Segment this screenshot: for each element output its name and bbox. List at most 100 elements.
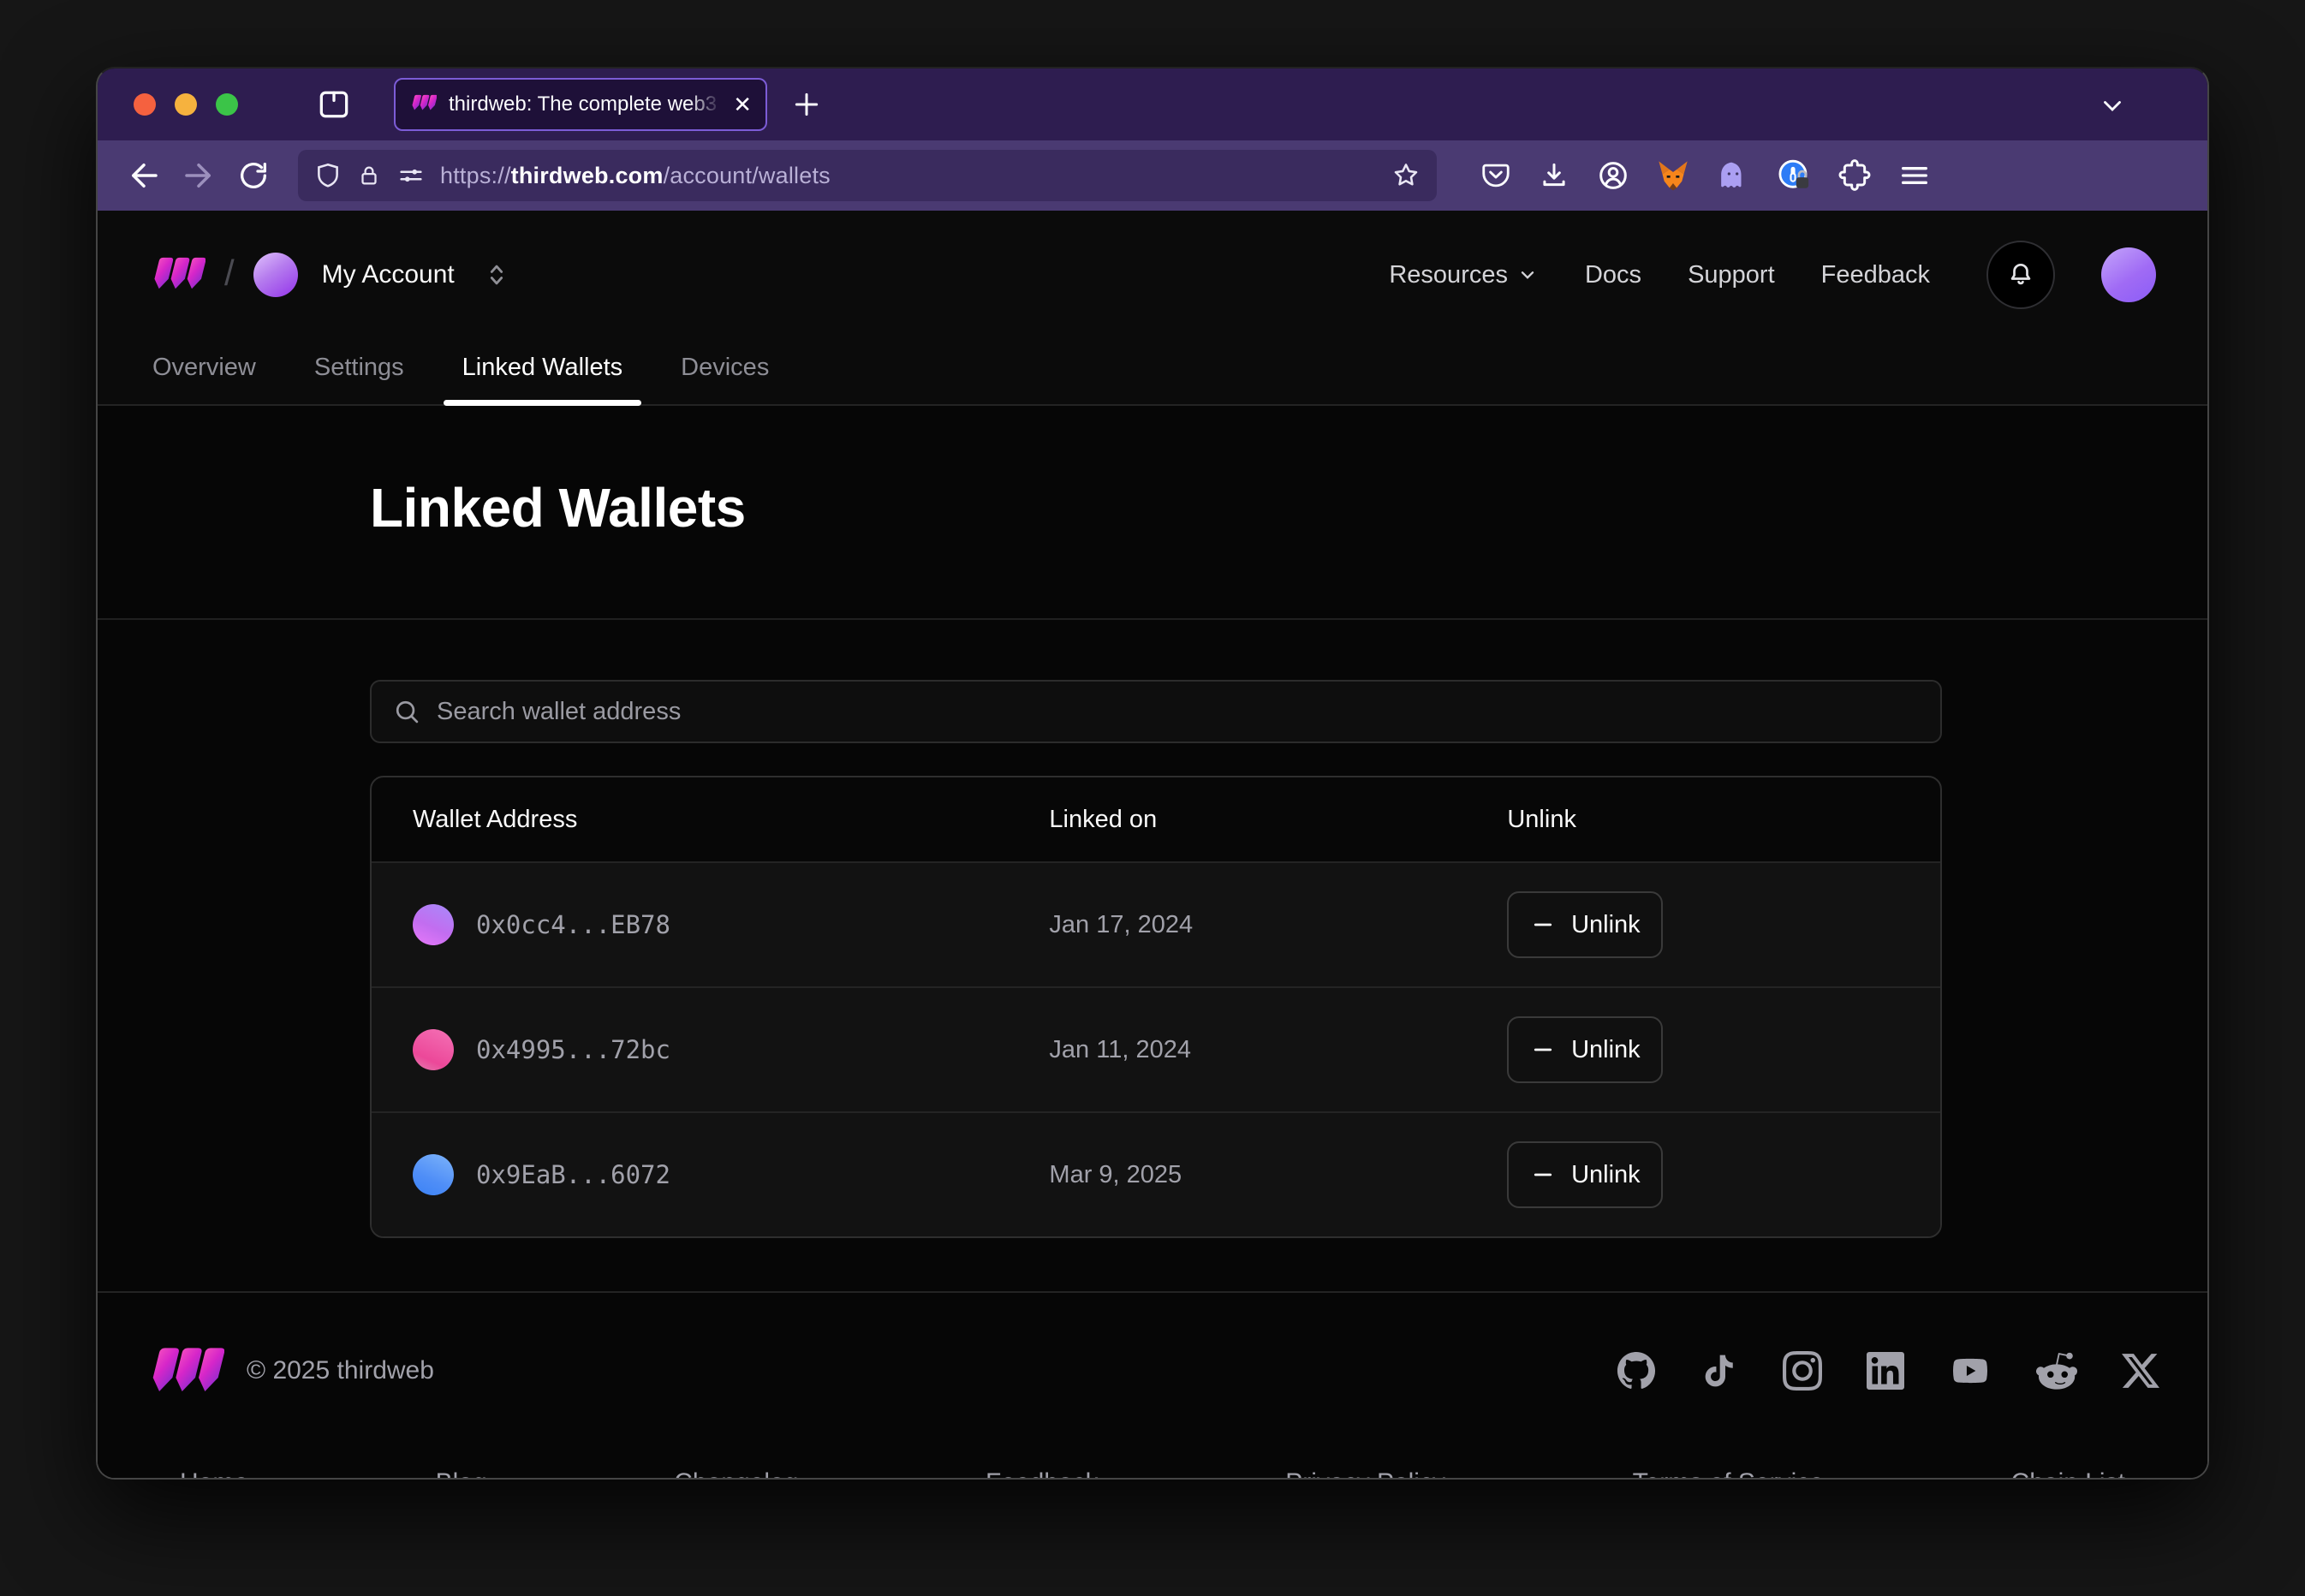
zoom-window-button[interactable] [216, 93, 238, 116]
new-tab-button[interactable] [789, 87, 824, 122]
linked-on-date: Mar 9, 2025 [1049, 1161, 1182, 1188]
reddit-icon[interactable] [2036, 1350, 2077, 1391]
footer-links: Home Blog Changelog Feedback Privacy Pol… [146, 1466, 2159, 1480]
footer-link-feedback[interactable]: Feedback [986, 1466, 1099, 1480]
permissions-icon[interactable] [396, 161, 426, 190]
table-header-row: Wallet Address Linked on Unlink [372, 777, 1940, 861]
thirdweb-logo[interactable] [149, 253, 205, 296]
browser-window: thirdweb: The complete web3 d ✕ https://… [96, 67, 2209, 1480]
tab-overview[interactable]: Overview [134, 354, 275, 404]
minus-icon [1530, 1162, 1556, 1188]
footer-link-terms-of-service[interactable]: Terms of Service [1633, 1466, 1824, 1480]
profile-avatar[interactable] [2101, 247, 2156, 302]
lock-icon[interactable] [356, 161, 382, 190]
wallet-avatar [413, 904, 454, 945]
footer-link-changelog[interactable]: Changelog [674, 1466, 798, 1480]
pocket-icon[interactable] [1480, 159, 1512, 192]
col-wallet-address: Wallet Address [413, 806, 577, 834]
tracking-shield-icon[interactable] [313, 161, 342, 190]
page-title: Linked Wallets [370, 406, 1942, 618]
title-band: Linked Wallets [98, 406, 2207, 620]
back-icon[interactable] [120, 152, 168, 200]
chevron-down-icon [1516, 264, 1539, 286]
nav-support[interactable]: Support [1688, 261, 1775, 289]
unlink-button[interactable]: Unlink [1507, 1016, 1663, 1083]
browser-toolbar: https://thirdweb.com/account/wallets [98, 140, 2207, 211]
extensions-puzzle-icon[interactable] [1837, 158, 1872, 193]
instagram-icon[interactable] [1783, 1351, 1822, 1391]
tab-title: thirdweb: The complete web3 d [449, 92, 721, 116]
reload-icon[interactable] [229, 152, 277, 200]
x-icon[interactable] [2122, 1352, 2159, 1390]
url-path: /account/wallets [664, 163, 831, 188]
account-switcher-chevrons-icon[interactable] [482, 259, 511, 291]
table-row: 0x0cc4...EB78 Jan 17, 2024 Unlink [372, 861, 1940, 986]
search-icon [392, 697, 421, 726]
account-name[interactable]: My Account [322, 260, 455, 289]
footer-link-chain-list[interactable]: Chain List [2011, 1466, 2125, 1480]
firefox-view-icon[interactable] [315, 86, 353, 123]
thirdweb-favicon [409, 93, 437, 116]
url-text[interactable]: https://thirdweb.com/account/wallets [440, 163, 1377, 189]
bell-icon [2005, 259, 2036, 290]
unlink-button[interactable]: Unlink [1507, 891, 1663, 958]
url-bar[interactable]: https://thirdweb.com/account/wallets [298, 150, 1437, 201]
tiktok-icon[interactable] [1700, 1351, 1738, 1391]
url-domain: thirdweb.com [511, 163, 664, 188]
site-header: / My Account Resources Docs Support Feed… [98, 211, 2207, 339]
browser-tab-bar: thirdweb: The complete web3 d ✕ [98, 68, 2207, 140]
wallet-address: 0x9EaB...6072 [476, 1160, 670, 1189]
nav-feedback[interactable]: Feedback [1821, 261, 1930, 289]
account-tabs: Overview Settings Linked Wallets Devices [98, 339, 2207, 406]
forward-icon[interactable] [175, 152, 223, 200]
tab-linked-wallets[interactable]: Linked Wallets [444, 354, 642, 404]
thirdweb-page: / My Account Resources Docs Support Feed… [98, 211, 2207, 1480]
menu-hamburger-icon[interactable] [1897, 158, 1932, 193]
linked-on-date: Jan 17, 2024 [1049, 911, 1193, 938]
search-input[interactable] [437, 698, 1920, 726]
browser-tab[interactable]: thirdweb: The complete web3 d ✕ [394, 78, 767, 131]
col-unlink: Unlink [1507, 806, 1576, 833]
password-manager-icon[interactable] [1776, 158, 1812, 194]
wallet-avatar [413, 1154, 454, 1195]
unlink-button[interactable]: Unlink [1507, 1141, 1663, 1208]
copyright: © 2025 thirdweb [247, 1356, 434, 1385]
table-row: 0x4995...72bc Jan 11, 2024 Unlink [372, 986, 1940, 1111]
wallet-avatar [413, 1029, 454, 1070]
tab-devices[interactable]: Devices [662, 354, 788, 404]
close-window-button[interactable] [134, 93, 156, 116]
footer-link-privacy-policy[interactable]: Privacy Policy [1285, 1466, 1445, 1480]
metamask-icon[interactable] [1656, 158, 1690, 193]
bookmark-star-icon[interactable] [1391, 160, 1421, 191]
phantom-icon[interactable] [1716, 158, 1750, 193]
nav-resources[interactable]: Resources [1389, 261, 1539, 289]
account-icon[interactable] [1596, 158, 1630, 193]
account-avatar[interactable] [253, 253, 298, 297]
footer-link-home[interactable]: Home [180, 1466, 248, 1480]
wallets-table: Wallet Address Linked on Unlink 0x0cc4..… [370, 776, 1942, 1238]
youtube-icon[interactable] [1949, 1354, 1992, 1388]
minus-icon [1530, 912, 1556, 938]
tab-close-icon[interactable]: ✕ [733, 93, 752, 116]
list-all-tabs-chevron-icon[interactable] [2096, 91, 2129, 120]
notifications-button[interactable] [1986, 241, 2055, 309]
url-scheme: https:// [440, 163, 511, 188]
downloads-icon[interactable] [1538, 159, 1570, 192]
breadcrumb-separator: / [224, 253, 235, 294]
table-row: 0x9EaB...6072 Mar 9, 2025 Unlink [372, 1111, 1940, 1236]
tab-settings[interactable]: Settings [295, 354, 423, 404]
wallet-search[interactable] [370, 680, 1942, 743]
col-linked-on: Linked on [1049, 806, 1157, 833]
thirdweb-footer-logo[interactable] [146, 1343, 224, 1399]
minus-icon [1530, 1037, 1556, 1063]
toolbar-extension-icons [1480, 158, 1932, 194]
social-links [1617, 1350, 2159, 1391]
minimize-window-button[interactable] [175, 93, 197, 116]
linkedin-icon[interactable] [1867, 1352, 1904, 1390]
footer-link-blog[interactable]: Blog [436, 1466, 487, 1480]
wallet-address: 0x4995...72bc [476, 1035, 670, 1064]
github-icon[interactable] [1617, 1351, 1656, 1391]
nav-docs[interactable]: Docs [1585, 261, 1641, 289]
main-content: Wallet Address Linked on Unlink 0x0cc4..… [98, 620, 2207, 1480]
traffic-lights [134, 93, 238, 116]
